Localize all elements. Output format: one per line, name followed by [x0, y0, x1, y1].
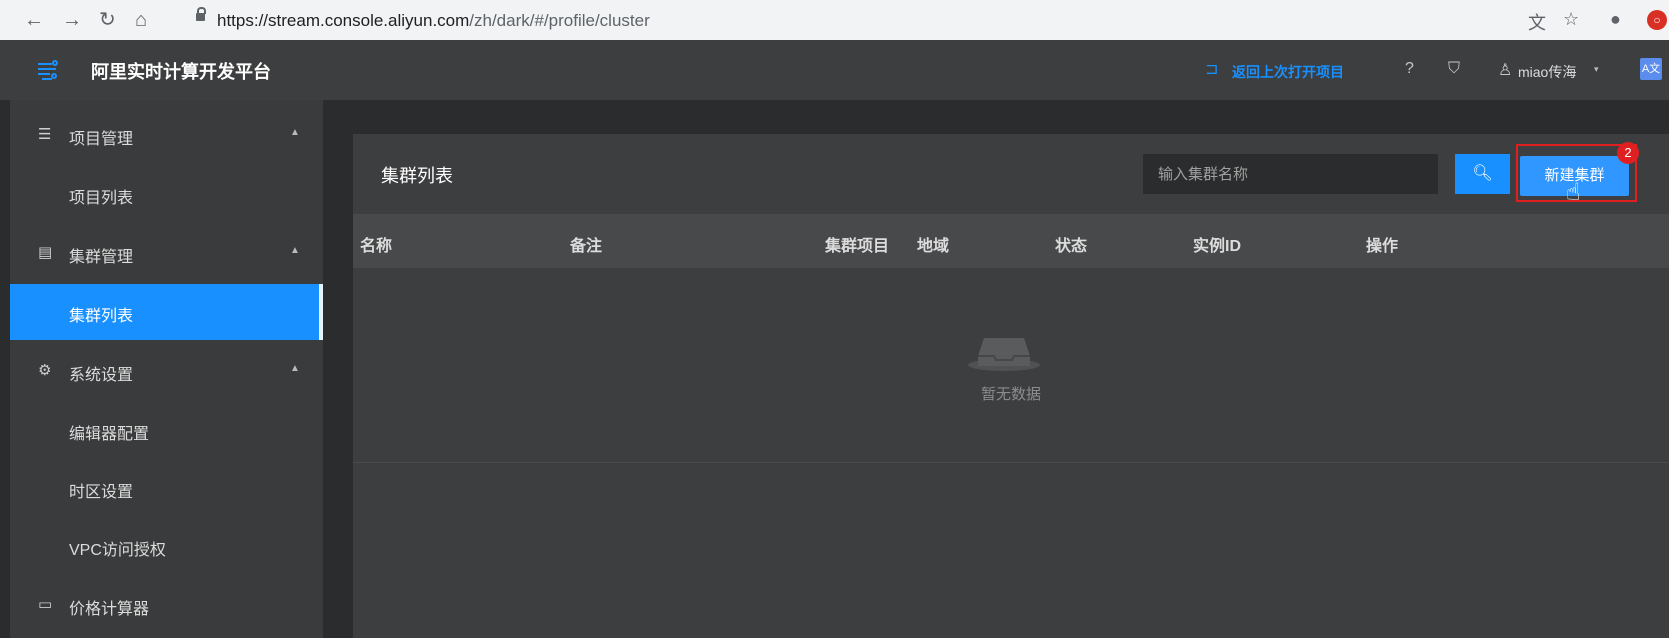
- column-header: 地域: [917, 238, 950, 255]
- panel-title: 集群列表: [381, 166, 453, 186]
- step-badge: 2: [1617, 142, 1639, 164]
- back-arrow-icon[interactable]: ←: [24, 6, 44, 34]
- translate-page-icon[interactable]: 文: [1528, 9, 1546, 35]
- sidebar-group-label: 项目管理: [69, 131, 134, 148]
- chevron-up-icon: ▲: [290, 127, 300, 138]
- app-title: 阿里实时计算开发平台: [91, 62, 271, 82]
- forward-arrow-icon[interactable]: →: [62, 6, 82, 34]
- caret-down-icon[interactable]: ▾: [1594, 64, 1599, 75]
- sidebar-edge: [0, 100, 10, 638]
- table-header: 名称 备注 集群项目 地域 状态 实例ID 操作: [353, 214, 1669, 268]
- url-path: /zh/dark/#/profile/cluster: [469, 11, 650, 30]
- chevron-up-icon: ▲: [290, 363, 300, 374]
- extension-icon[interactable]: ○: [1647, 10, 1667, 30]
- lock-icon: [196, 7, 206, 21]
- return-last-project-link[interactable]: 返回上次打开项目: [1232, 62, 1344, 82]
- sidebar-item-label: 编辑器配置: [69, 426, 150, 443]
- address-bar[interactable]: https://stream.console.aliyun.com/zh/dar…: [186, 4, 1526, 36]
- user-icon[interactable]: ♙: [1498, 60, 1512, 80]
- sidebar-group-label: 系统设置: [69, 367, 134, 384]
- return-icon[interactable]: ⊐: [1205, 59, 1218, 79]
- search-icon: 🔍︎: [1472, 165, 1493, 182]
- sidebar-group-project[interactable]: ☰ 项目管理 ▲: [10, 106, 323, 164]
- column-header: 状态: [1055, 238, 1088, 255]
- sidebar-group-label: 价格计算器: [69, 601, 150, 618]
- table-body-empty: 暂无数据: [353, 268, 1669, 463]
- sidebar-item-label: VPC访问授权: [69, 542, 166, 559]
- column-header: 名称: [360, 238, 393, 255]
- stream-logo-icon: [38, 60, 58, 80]
- sidebar-item-label: 时区设置: [69, 484, 134, 501]
- help-icon[interactable]: ?: [1405, 60, 1414, 78]
- shirt-theme-icon[interactable]: ⛉: [1448, 60, 1460, 78]
- chevron-up-icon: ▲: [290, 245, 300, 256]
- bookmark-star-icon[interactable]: ☆: [1563, 9, 1579, 30]
- app-header: 阿里实时计算开发平台 ⊐ 返回上次打开项目 ? ⛉ ♙ miao传海 ▾ A文: [0, 40, 1669, 100]
- search-button[interactable]: 🔍︎: [1455, 154, 1510, 194]
- sidebar-item-timezone[interactable]: 时区设置: [10, 460, 323, 516]
- home-icon[interactable]: ⌂: [135, 6, 147, 34]
- gear-icon: ⚙: [38, 362, 52, 379]
- reload-icon[interactable]: ↻: [99, 6, 116, 34]
- sidebar-item-project-list[interactable]: 项目列表: [10, 166, 323, 222]
- main-gutter: [323, 100, 1669, 138]
- empty-inbox-icon: [968, 338, 1040, 371]
- url-text[interactable]: https://stream.console.aliyun.com/zh/dar…: [217, 11, 650, 31]
- sidebar-item-cluster-list[interactable]: 集群列表: [10, 284, 323, 340]
- browser-toolbar: ← → ↻ ⌂ https://stream.console.aliyun.co…: [0, 0, 1669, 40]
- sidebar-item-label: 项目列表: [69, 190, 134, 207]
- column-header: 集群项目: [825, 238, 890, 255]
- url-host: https://stream.console.aliyun.com: [217, 11, 470, 30]
- column-header: 备注: [570, 238, 603, 255]
- sidebar-group-cluster[interactable]: ▤ 集群管理 ▲: [10, 224, 323, 282]
- sidebar-group-price-calculator[interactable]: ▭ 价格计算器: [10, 576, 323, 634]
- profile-avatar-icon[interactable]: ●: [1610, 9, 1621, 30]
- cluster-search-input[interactable]: [1143, 154, 1438, 194]
- column-header: 操作: [1366, 238, 1399, 255]
- hand-cursor-icon: ☝: [1566, 179, 1581, 206]
- sidebar-group-label: 集群管理: [69, 249, 134, 266]
- sidebar-item-editor-config[interactable]: 编辑器配置: [10, 402, 323, 458]
- calculator-icon: ▭: [38, 596, 53, 613]
- sidebar-item-vpc-auth[interactable]: VPC访问授权: [10, 518, 323, 574]
- cluster-icon: ▤: [38, 244, 53, 261]
- column-header: 实例ID: [1193, 238, 1242, 255]
- cluster-panel: 集群列表 🔍︎ 新建集群 2 ☝ 名称 备注 集群项目 地域 状态 实例ID 操…: [353, 134, 1669, 638]
- sidebar-group-settings[interactable]: ⚙ 系统设置 ▲: [10, 342, 323, 400]
- list-icon: ☰: [38, 126, 52, 143]
- translate-extension-icon[interactable]: A文: [1640, 58, 1662, 80]
- sidebar-item-label: 集群列表: [69, 308, 134, 325]
- user-name[interactable]: miao传海: [1518, 62, 1576, 82]
- empty-text: 暂无数据: [980, 386, 1041, 403]
